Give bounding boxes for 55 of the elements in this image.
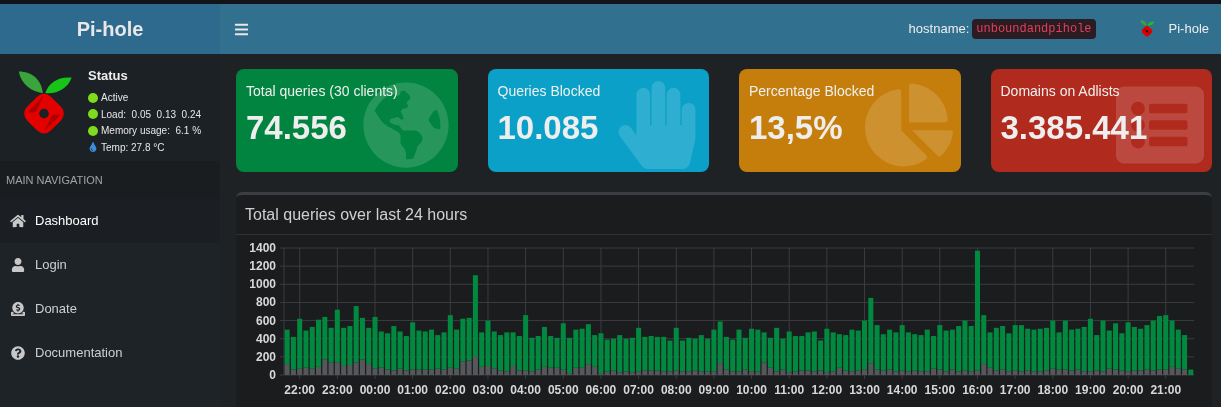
card-title: Queries Blocked: [497, 82, 602, 101]
axis-label: 03:00: [472, 383, 504, 397]
axis-label: 08:00: [660, 383, 692, 397]
card-title: Percentage Blocked: [749, 82, 876, 101]
axis-label: 23:00: [322, 383, 353, 397]
axis-label: 07:00: [623, 383, 654, 397]
card-title: Total queries (30 clients): [246, 82, 399, 101]
axis-label: 1200: [249, 259, 276, 274]
card-value: 10.085: [497, 108, 600, 148]
axis-label: 200: [255, 349, 276, 364]
brand-title: Pi-hole: [76, 17, 144, 42]
axis-label: 15:00: [924, 383, 956, 397]
axis-label: 22:00: [284, 383, 316, 397]
status-text: Load: 0.05 0.13 0.24: [101, 107, 202, 122]
axis-label: 17:00: [999, 383, 1031, 397]
axis-label: 02:00: [434, 383, 466, 397]
nav-item[interactable]: Dashboard: [0, 199, 220, 243]
status-text: Active: [101, 91, 129, 106]
nav-item[interactable]: Donate: [0, 287, 220, 331]
axis-label: 21:00: [1150, 383, 1182, 397]
axis-label: 01:00: [397, 383, 428, 397]
status-text: Temp: 27.8 °C: [101, 140, 165, 155]
axis-label: 20:00: [1112, 383, 1144, 397]
axis-label: 16:00: [962, 383, 993, 397]
axis-label: 05:00: [547, 383, 579, 397]
status-text: Memory usage: 6.1 %: [101, 124, 202, 139]
card-value: 74.556: [246, 108, 348, 148]
axis-label: 00:00: [359, 383, 391, 397]
axis-label: 800: [255, 295, 276, 310]
axis-label: 1400: [249, 241, 276, 255]
axis-label: 13:00: [849, 383, 880, 397]
card-value: 13,5%: [749, 108, 844, 148]
axis-label: 400: [255, 331, 276, 346]
axis-label: 14:00: [886, 383, 918, 397]
status-title: Status: [88, 67, 129, 85]
axis-label: 600: [255, 313, 276, 328]
axis-label: 04:00: [510, 383, 541, 397]
hostname-label: hostname:: [908, 20, 970, 39]
axis-label: 11:00: [774, 383, 805, 397]
nav-header: MAIN NAVIGATION: [6, 172, 103, 188]
card-title: Domains on Adlists: [1000, 82, 1121, 101]
nav-item[interactable]: Login: [0, 243, 220, 287]
user-name[interactable]: Pi-hole: [1168, 19, 1209, 39]
axis-label: 09:00: [698, 383, 730, 397]
axis-label: 19:00: [1075, 383, 1106, 397]
axis-label: 0: [269, 368, 276, 382]
card-value: 3.385.441: [1000, 108, 1149, 148]
axis-label: 12:00: [811, 383, 843, 397]
axis-label: 06:00: [585, 383, 617, 397]
axis-label: 10:00: [736, 383, 767, 397]
axis-label: 1000: [249, 277, 276, 292]
chart-title: Total queries over last 24 hours: [245, 204, 468, 225]
axis-label: 18:00: [1037, 383, 1069, 397]
nav-item[interactable]: Documentation: [0, 331, 220, 375]
hostname-value: unboundandpihole: [972, 19, 1096, 39]
